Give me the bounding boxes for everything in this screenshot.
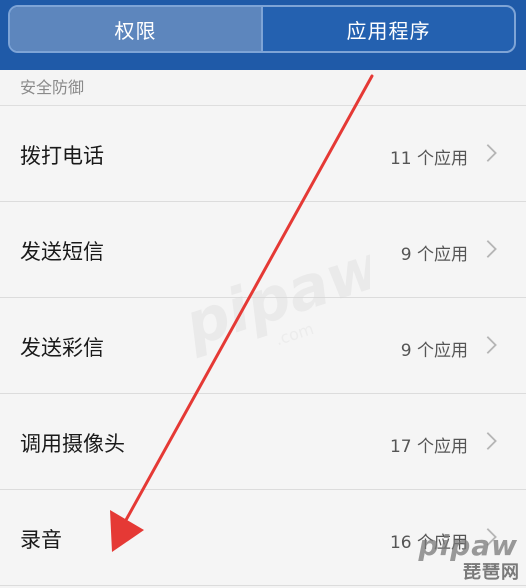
tab-bar: 权限 应用程序 [8, 5, 516, 53]
list-item-label: 调用摄像头 [20, 432, 125, 456]
app-count: 9 个应用 [400, 245, 468, 265]
list-item-label: 发送彩信 [20, 336, 104, 360]
watermark-logo: pipaw .com [176, 231, 370, 360]
chevron-right-icon [486, 336, 497, 354]
list-item-label: 发送短信 [20, 240, 104, 264]
screen: 权限 应用程序 安全防御 拨打电话 11 个应用 发送短信 9 个应用 发送彩信… [0, 0, 526, 588]
list-item-camera[interactable]: 调用摄像头 17 个应用 [0, 394, 526, 490]
section-header: 安全防御 [0, 70, 526, 106]
app-count: 9 个应用 [400, 341, 468, 361]
corner-watermark: pipaw 琵琶网 [406, 518, 526, 588]
svg-text:pipaw: pipaw [176, 231, 370, 360]
chevron-right-icon [486, 240, 497, 258]
chevron-right-icon [486, 144, 497, 162]
header-bar: 权限 应用程序 [0, 0, 526, 70]
tab-permissions[interactable]: 权限 [10, 7, 263, 51]
watermark-site-text: 琵琶网 [463, 562, 520, 583]
list-item-label: 拨打电话 [20, 144, 104, 168]
list-item-call[interactable]: 拨打电话 11 个应用 [0, 106, 526, 202]
list-item-label: 录音 [20, 528, 62, 552]
tab-applications[interactable]: 应用程序 [263, 7, 514, 51]
app-count: 11 个应用 [389, 149, 468, 169]
app-count: 17 个应用 [389, 437, 468, 457]
section-title: 安全防御 [20, 78, 85, 97]
chevron-right-icon [486, 432, 497, 450]
